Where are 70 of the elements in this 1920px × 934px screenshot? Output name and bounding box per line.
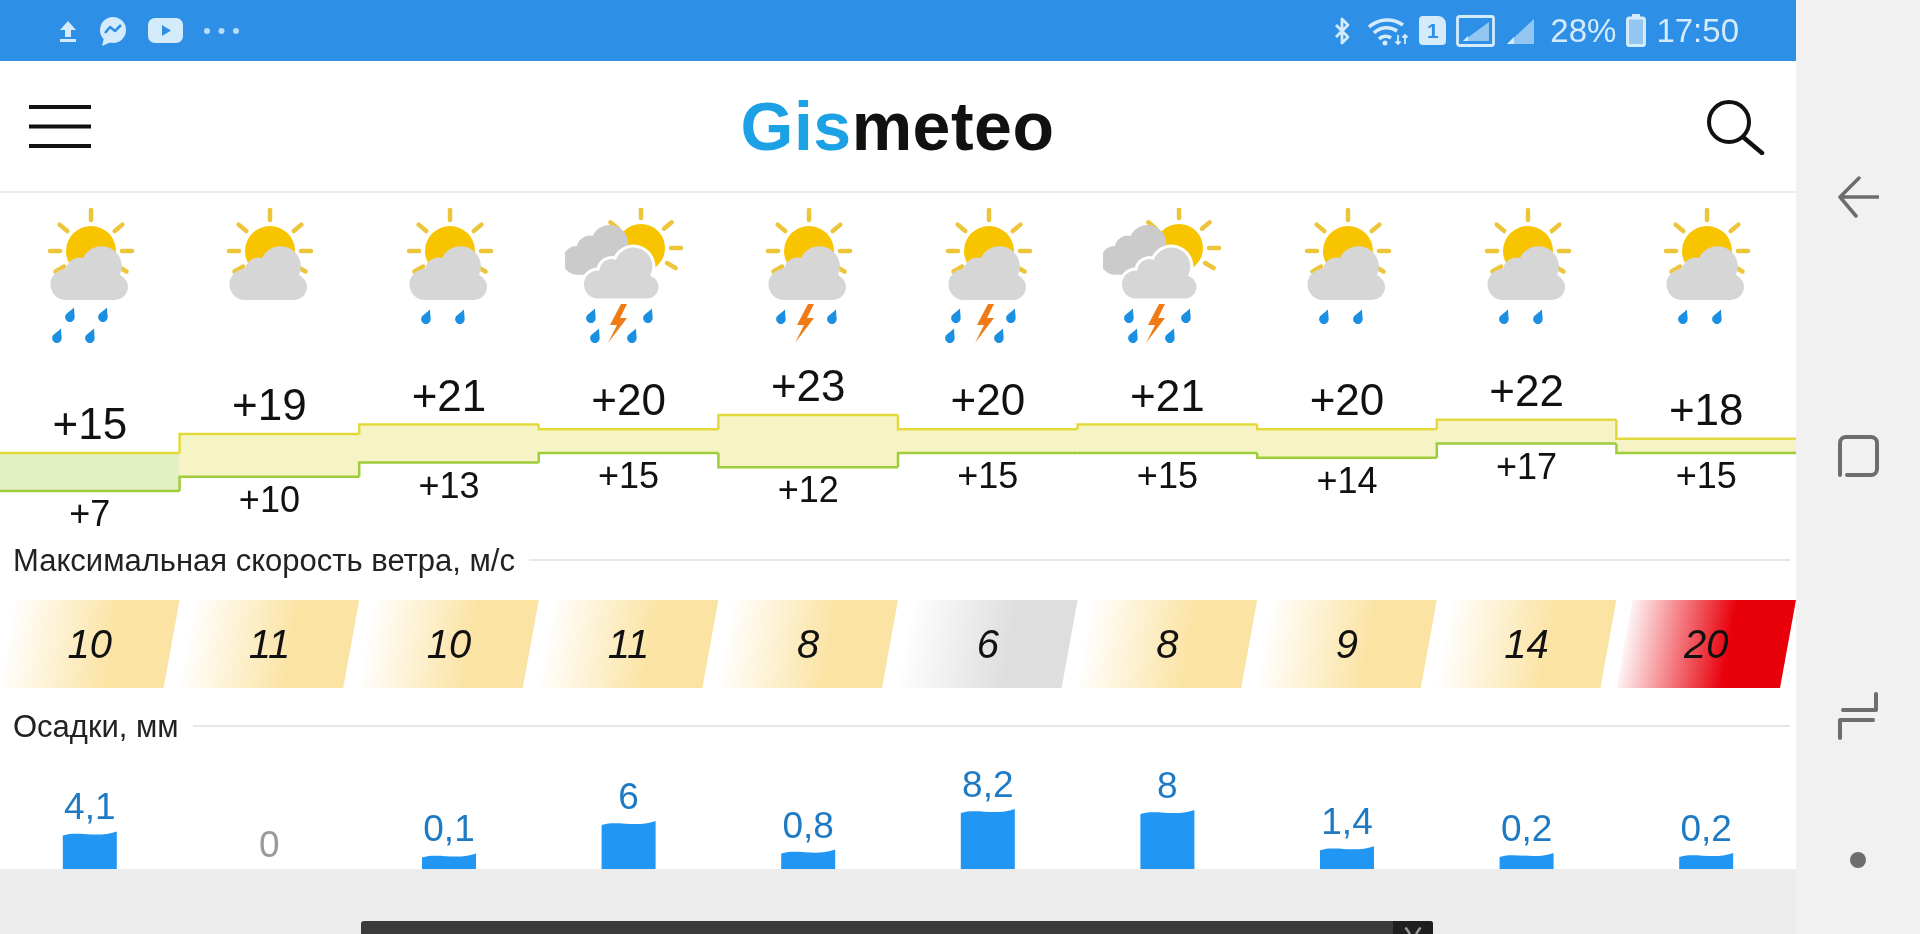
max-temperature-label: +20: [591, 375, 666, 425]
wifi-icon: [1367, 15, 1410, 46]
bluetooth-icon: [1333, 15, 1352, 46]
min-temperature-label: +15: [957, 455, 1019, 496]
min-temperature-label: +13: [418, 464, 480, 506]
max-temperature-label: +21: [1130, 370, 1205, 420]
wind-section-title: Максимальная скорость ветра, м/с: [13, 544, 515, 576]
close-icon: [1404, 927, 1422, 934]
precipitation-bar: [1320, 846, 1374, 869]
precipitation-value: 0,2: [1680, 807, 1732, 849]
search-icon[interactable]: [1704, 97, 1766, 155]
wind-speed-tile: 11: [179, 600, 360, 688]
precipitation-bar: [62, 831, 117, 869]
more-dots-icon: [203, 26, 240, 35]
precipitation-value: 1,4: [1321, 801, 1373, 843]
chat-bubble-icon: [98, 15, 128, 46]
max-temperature-label: +18: [1668, 384, 1744, 434]
precipitation-value: 0,1: [423, 808, 475, 850]
wind-speed-tile: 10: [0, 600, 180, 688]
precipitation-value: 0: [259, 824, 280, 865]
signal-icon: [1505, 16, 1537, 45]
close-button[interactable]: [1393, 921, 1433, 934]
precipitation-value: 6: [618, 776, 639, 817]
min-temperature-label: +15: [1675, 455, 1737, 496]
precipitation-bar: [1679, 852, 1734, 869]
min-temperature-label: +15: [1136, 455, 1198, 496]
menu-icon[interactable]: [29, 104, 91, 148]
video-play-icon: [148, 18, 183, 43]
precipitation-bar: [781, 849, 836, 869]
min-temperature-label: +7: [69, 493, 111, 534]
max-temperature-label: +20: [950, 375, 1026, 425]
app-logo: Gismeteo: [740, 92, 1055, 160]
max-temperature-label: +22: [1489, 365, 1564, 415]
max-temperature-label: +21: [411, 370, 487, 420]
max-temperature-label: +19: [232, 380, 307, 429]
signal-icon: [1456, 14, 1496, 47]
max-temperature-label: +15: [52, 399, 128, 448]
precipitation-bar: [422, 853, 476, 869]
recent-apps-icon[interactable]: [1837, 692, 1879, 740]
wind-speed-tile: 9: [1257, 600, 1437, 688]
precipitation-value: 8,2: [962, 763, 1014, 805]
min-temperature-label: +15: [598, 455, 660, 496]
battery-percent: 28%: [1550, 14, 1617, 47]
min-temperature-label: +12: [777, 469, 839, 511]
precipitation-bar: [960, 808, 1015, 869]
sim-badge: 1: [1419, 16, 1447, 45]
battery-icon: [1626, 14, 1647, 47]
precipitation-section-title: Осадки, мм: [13, 710, 179, 742]
precipitation-bar: [601, 821, 656, 869]
min-temperature-label: +17: [1496, 445, 1558, 487]
wind-speed-tile: 20: [1616, 600, 1796, 688]
wind-speed-tile: 8: [1077, 600, 1258, 688]
precipitation-bar: [1140, 810, 1195, 869]
home-icon[interactable]: [1837, 435, 1879, 477]
precipitation-value: 0,2: [1500, 807, 1553, 849]
wind-speed-tile: 10: [359, 600, 539, 688]
back-icon[interactable]: [1837, 176, 1879, 220]
precipitation-value: 4,1: [64, 786, 116, 828]
wind-speed-tile: 8: [718, 600, 898, 688]
precipitation-value: 8: [1157, 765, 1178, 806]
wind-speed-tile: 14: [1436, 600, 1617, 688]
max-temperature-label: +23: [770, 361, 846, 410]
wind-speed-tile: 11: [538, 600, 719, 688]
dot-icon[interactable]: [1850, 852, 1866, 868]
precipitation-value: 0,8: [782, 804, 834, 846]
clock-time: 17:50: [1656, 14, 1739, 47]
min-temperature-label: +10: [238, 478, 300, 520]
precipitation-bar: [1499, 852, 1554, 869]
max-temperature-label: +20: [1309, 375, 1385, 425]
min-temperature-label: +14: [1316, 459, 1378, 501]
